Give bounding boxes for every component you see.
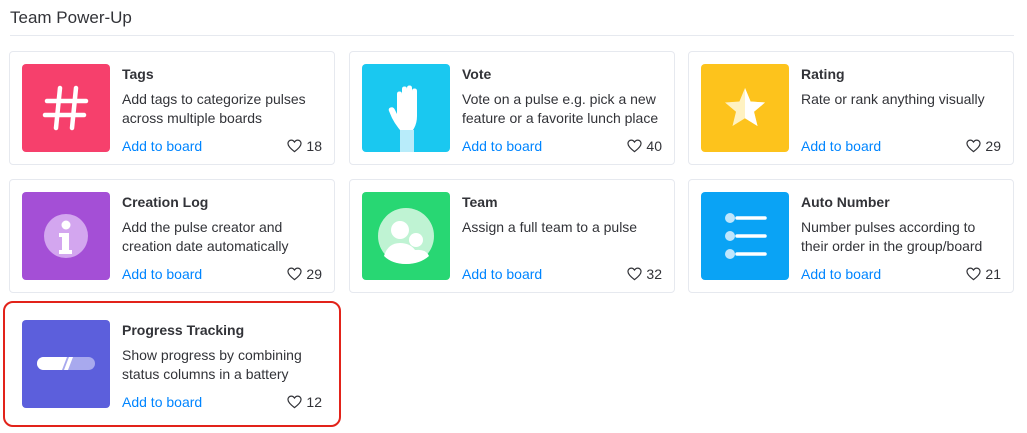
hashtag-icon (42, 85, 89, 131)
team-tile (362, 192, 450, 280)
card-name: Creation Log (122, 194, 209, 210)
heart-icon (627, 267, 643, 281)
creation-log-tile (22, 192, 110, 280)
rating-tile (701, 64, 789, 152)
card-name: Progress Tracking (122, 322, 245, 338)
people-icon (378, 208, 434, 264)
like-button[interactable]: 29 (966, 138, 1001, 154)
heart-icon (966, 267, 982, 281)
heart-icon (287, 139, 303, 153)
progress-battery-icon (37, 357, 95, 370)
like-count: 40 (646, 138, 662, 154)
star-icon (725, 88, 765, 126)
like-button[interactable]: 32 (627, 266, 662, 282)
tags-tile (22, 64, 110, 152)
card-team[interactable]: Team Assign a full team to a pulse Add t… (349, 179, 675, 293)
card-name: Team (462, 194, 498, 210)
like-button[interactable]: 29 (287, 266, 322, 282)
card-name: Auto Number (801, 194, 890, 210)
heart-icon (287, 267, 303, 281)
card-tags[interactable]: Tags Add tags to categorize pulses acros… (9, 51, 335, 165)
like-count: 29 (985, 138, 1001, 154)
like-button[interactable]: 40 (627, 138, 662, 154)
progress-tracking-tile (22, 320, 110, 408)
card-description: Assign a full team to a pulse (462, 219, 638, 235)
numbered-list-icon (725, 213, 767, 259)
card-rating[interactable]: Rating Rate or rank anything visually Ad… (688, 51, 1014, 165)
card-description: Show progress by combining status column… (122, 347, 302, 382)
like-count: 29 (306, 266, 322, 282)
info-icon (44, 214, 88, 258)
card-vote[interactable]: Vote Vote on a pulse e.g. pick a new fea… (349, 51, 675, 165)
card-description: Rate or rank anything visually (801, 91, 985, 107)
heart-icon (627, 139, 643, 153)
add-to-board-link[interactable]: Add to board (122, 266, 202, 282)
like-button[interactable]: 21 (966, 266, 1001, 282)
like-count: 18 (306, 138, 322, 154)
like-count: 32 (646, 266, 662, 282)
card-description: Number pulses according to their order i… (801, 219, 983, 254)
heart-icon (287, 395, 303, 409)
add-to-board-link[interactable]: Add to board (122, 394, 202, 410)
like-count: 12 (306, 394, 322, 410)
like-button[interactable]: 12 (287, 394, 322, 410)
card-description: Add the pulse creator and creation date … (122, 219, 289, 254)
card-creation-log[interactable]: Creation Log Add the pulse creator and c… (9, 179, 335, 293)
like-count: 21 (985, 266, 1001, 282)
section-divider (10, 35, 1014, 36)
add-to-board-link[interactable]: Add to board (462, 266, 542, 282)
add-to-board-link[interactable]: Add to board (801, 138, 881, 154)
card-description: Vote on a pulse e.g. pick a new feature … (462, 91, 659, 126)
auto-number-tile (701, 192, 789, 280)
add-to-board-link[interactable]: Add to board (462, 138, 542, 154)
card-description: Add tags to categorize pulses across mul… (122, 91, 306, 126)
card-progress-tracking[interactable]: Progress Tracking Show progress by combi… (3, 301, 341, 427)
card-name: Rating (801, 66, 845, 82)
card-name: Tags (122, 66, 154, 82)
vote-tile (362, 64, 450, 152)
add-to-board-link[interactable]: Add to board (122, 138, 202, 154)
card-auto-number[interactable]: Auto Number Number pulses according to t… (688, 179, 1014, 293)
like-button[interactable]: 18 (287, 138, 322, 154)
raised-hand-icon (388, 85, 417, 152)
heart-icon (966, 139, 982, 153)
section-title: Team Power-Up (10, 8, 132, 27)
card-name: Vote (462, 66, 492, 82)
add-to-board-link[interactable]: Add to board (801, 266, 881, 282)
